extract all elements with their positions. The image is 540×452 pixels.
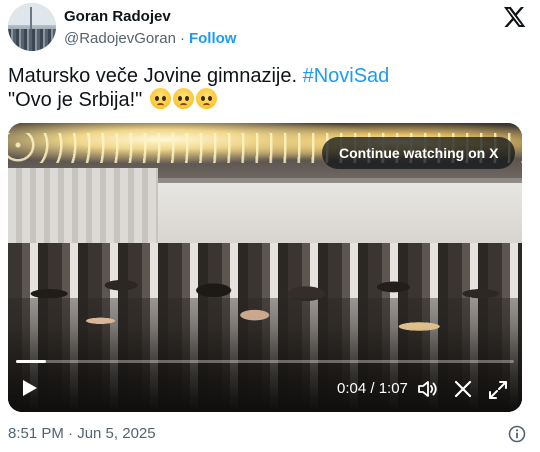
play-icon[interactable]: [22, 379, 38, 397]
video-progress-bar[interactable]: [16, 360, 514, 363]
post-timestamp[interactable]: 8:51 PM · Jun 5, 2025: [8, 425, 156, 443]
author-name[interactable]: Goran Radojev: [64, 8, 171, 26]
close-icon[interactable]: [453, 379, 473, 399]
face-holding-back-tears-icon: [172, 88, 194, 109]
author-handle-row: @RadojevGoran · Follow: [64, 30, 236, 48]
post-line-2: "Ovo je Srbija!": [8, 88, 528, 112]
follow-button[interactable]: Follow: [189, 30, 237, 47]
post-footer: 8:51 PM · Jun 5, 2025: [8, 425, 532, 445]
post-quote: "Ovo je Srbija!": [8, 89, 143, 111]
separator-dot: ·: [179, 30, 185, 47]
post-text: Matursko veče Jovine gimnazije. #NoviSad…: [8, 64, 528, 112]
face-holding-back-tears-icon: [149, 88, 171, 109]
post-line-1: Matursko veče Jovine gimnazije. #NoviSad: [8, 64, 528, 88]
continue-watching-button[interactable]: Continue watching on X: [322, 137, 516, 169]
post-header: Goran Radojev @RadojevGoran · Follow: [8, 3, 532, 51]
volume-icon[interactable]: [417, 379, 439, 399]
expand-icon[interactable]: [487, 379, 509, 401]
video-player[interactable]: Continue watching on X 0:04 / 1:07: [8, 123, 522, 412]
video-time: 0:04 / 1:07: [337, 380, 408, 397]
avatar-crowd: [8, 29, 56, 51]
hashtag-link[interactable]: #NoviSad: [303, 65, 390, 87]
avatar-sky: [8, 3, 56, 25]
embedded-post-card: Goran Radojev @RadojevGoran · Follow Matur…: [0, 0, 540, 452]
video-progress-fill: [16, 360, 46, 363]
post-text-main: Matursko veče Jovine gimnazije.: [8, 65, 298, 87]
face-holding-back-tears-icon: [195, 88, 217, 109]
x-logo-icon[interactable]: [502, 5, 526, 29]
author-handle[interactable]: @RadojevGoran: [64, 30, 176, 47]
info-icon[interactable]: [508, 425, 526, 443]
avatar[interactable]: [8, 3, 56, 51]
